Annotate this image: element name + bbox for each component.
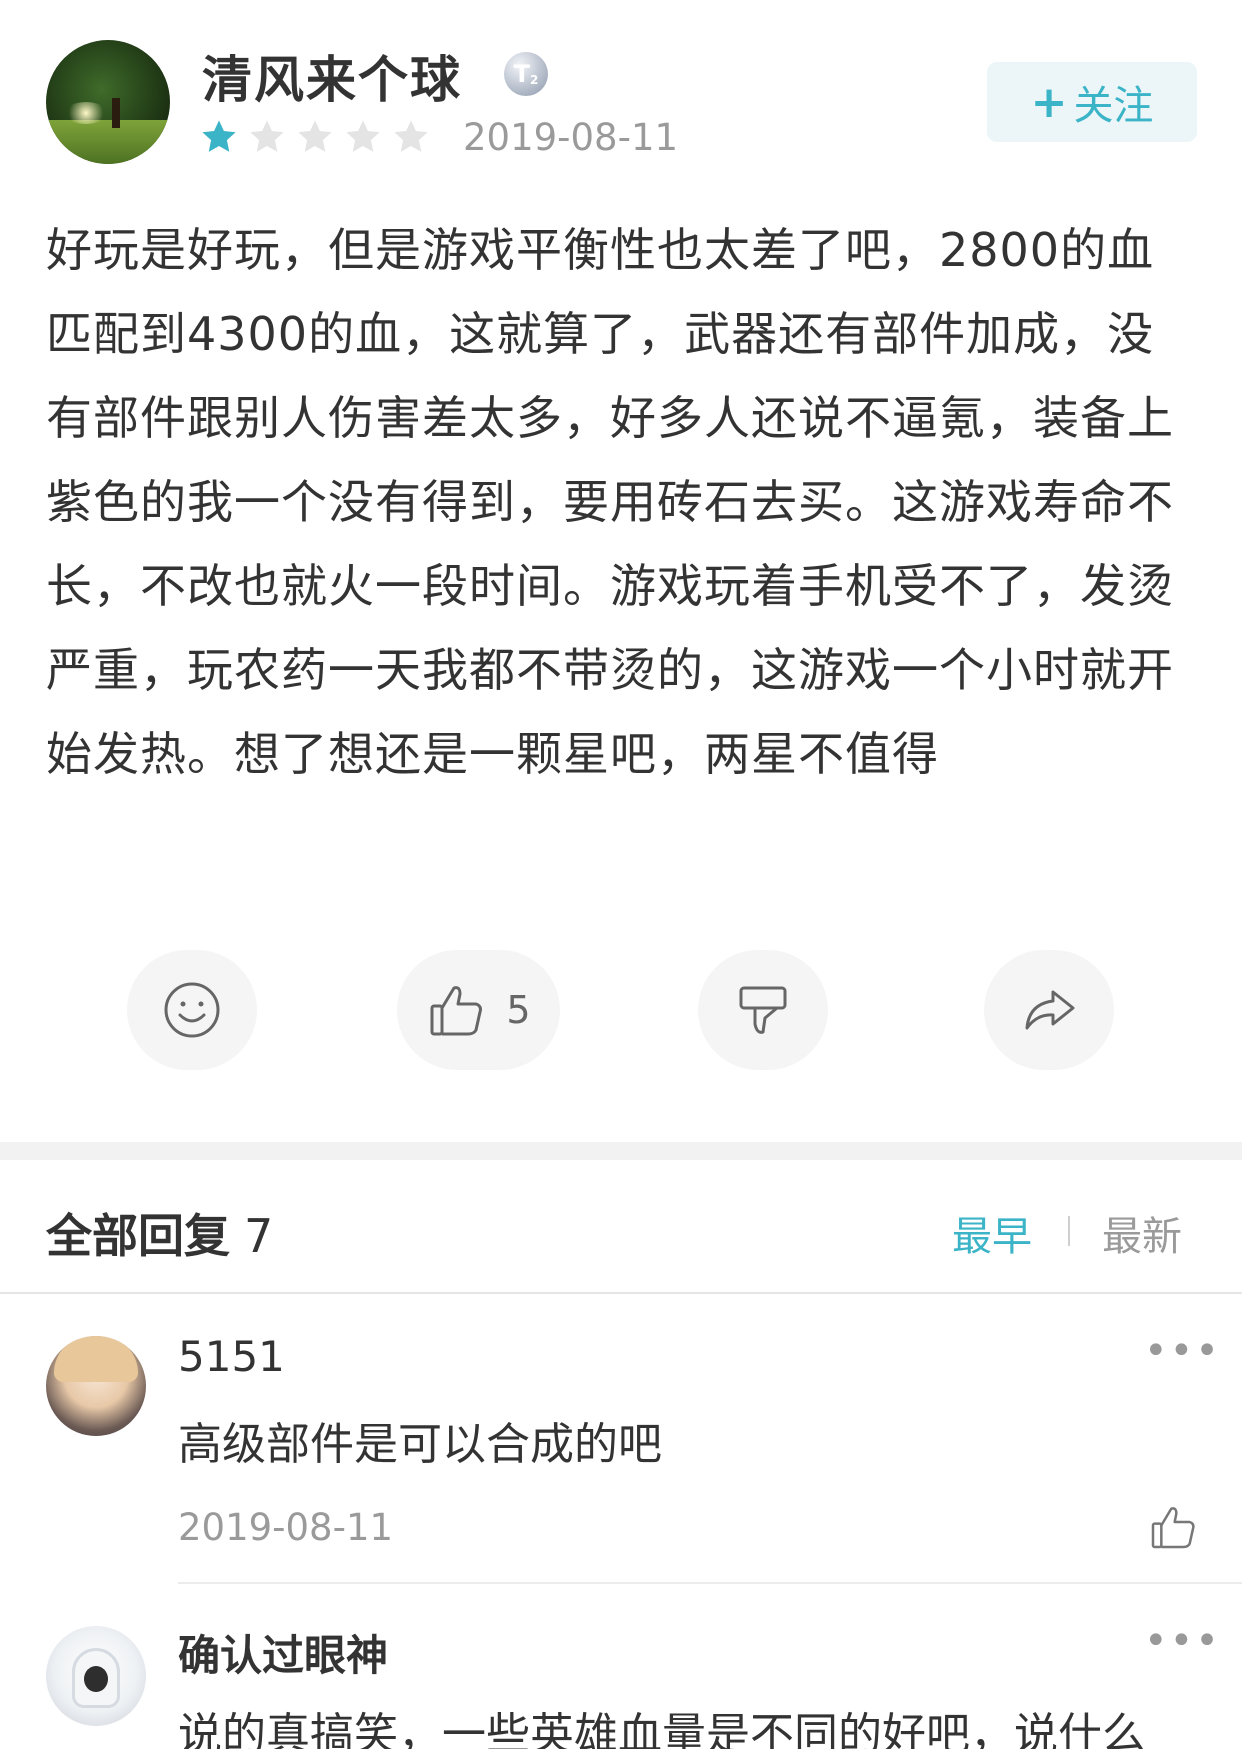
star-icon <box>298 120 332 152</box>
more-options-icon[interactable]: ••• <box>1144 1328 1221 1374</box>
avatar[interactable] <box>46 40 170 164</box>
avatar[interactable] <box>46 1626 146 1726</box>
replies-title-text: 全部回复 <box>46 1209 230 1263</box>
replies-title: 全部回复 7 <box>46 1200 273 1266</box>
follow-button[interactable]: + 关注 <box>987 62 1197 142</box>
thumbs-up-icon[interactable] <box>1148 1502 1198 1552</box>
rating-stars <box>200 118 430 156</box>
dislike-button[interactable] <box>698 950 828 1070</box>
share-icon <box>1025 990 1075 1030</box>
reply-text: 说的真搞笑，一些英雄血量是不同的好吧，说什么 <box>178 1709 1146 1749</box>
review-header: 清风来个球 T2 2019-08-11 + 关注 <box>0 0 1242 190</box>
thumbs-down-icon <box>739 986 787 1034</box>
reply-text: 高级部件是可以合成的吧 <box>178 1419 662 1470</box>
reply-date: 2019-08-11 <box>178 1506 394 1549</box>
reply-divider <box>178 1582 1242 1584</box>
section-divider <box>0 1142 1242 1160</box>
reply-item: 5151 ••• 高级部件是可以合成的吧 2019-08-11 <box>0 1296 1242 1584</box>
share-button[interactable] <box>984 950 1114 1070</box>
replies-header: 全部回复 7 最早 最新 <box>0 1160 1242 1294</box>
smile-icon <box>164 982 220 1038</box>
review-date: 2019-08-11 <box>463 116 679 159</box>
review-body: 好玩是好玩，但是游戏平衡性也太差了吧，2800的血匹配到4300的血，这就算了，… <box>46 223 1174 781</box>
badge-level: 2 <box>530 73 539 87</box>
username[interactable]: 清风来个球 <box>202 40 462 112</box>
reply-username[interactable]: 5151 <box>178 1332 285 1381</box>
star-icon <box>250 120 284 152</box>
sort-separator <box>1068 1216 1070 1246</box>
replies-count: 7 <box>244 1209 274 1263</box>
thumbs-up-icon <box>430 986 483 1036</box>
sort-latest-tab[interactable]: 最新 <box>1102 1204 1182 1262</box>
badge-letter: T <box>513 60 530 88</box>
star-icon <box>394 120 428 152</box>
like-button[interactable]: 5 <box>397 950 560 1070</box>
follow-label: 关注 <box>1073 83 1154 129</box>
plus-icon: + <box>1030 76 1068 128</box>
like-count: 5 <box>506 988 531 1032</box>
star-icon <box>346 120 380 152</box>
reply-item: 确认过眼神 ••• 说的真搞笑，一些英雄血量是不同的好吧，说什么 <box>0 1586 1242 1749</box>
avatar[interactable] <box>46 1336 146 1436</box>
sort-earliest-tab[interactable]: 最早 <box>952 1204 1032 1262</box>
level-badge-icon: T2 <box>504 52 548 96</box>
reply-username[interactable]: 确认过眼神 <box>178 1622 388 1683</box>
emoji-button[interactable] <box>127 950 257 1070</box>
star-icon <box>202 120 236 152</box>
more-options-icon[interactable]: ••• <box>1144 1618 1221 1664</box>
review-actions: 5 <box>0 950 1242 1072</box>
